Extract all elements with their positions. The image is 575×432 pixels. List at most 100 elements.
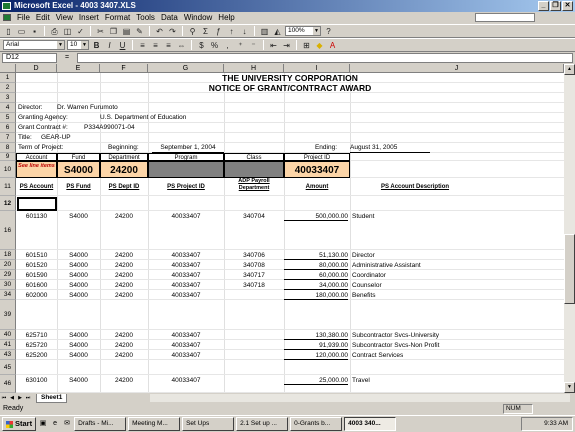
row-header[interactable]: 12 <box>0 196 16 211</box>
taskbar-button-drafts[interactable]: Drafts - Mi... <box>74 417 127 431</box>
taskbar-button-excel[interactable]: 4003 340... <box>344 417 397 431</box>
row-header[interactable]: 20 <box>0 260 16 270</box>
select-all-corner[interactable] <box>0 64 16 73</box>
menu-view[interactable]: View <box>53 13 76 22</box>
column-header[interactable]: J <box>350 64 564 73</box>
format-painter-icon[interactable]: ✎ <box>134 26 145 37</box>
redo-icon[interactable]: ↷ <box>167 26 178 37</box>
row-header[interactable]: 29 <box>0 270 16 280</box>
menu-insert[interactable]: Insert <box>76 13 102 22</box>
start-button[interactable]: Start <box>2 417 37 431</box>
comma-icon[interactable]: , <box>222 40 233 51</box>
horizontal-scrollbar[interactable] <box>150 394 570 402</box>
row-header[interactable]: 2 <box>0 83 16 93</box>
underline-icon[interactable]: U <box>117 40 128 51</box>
currency-icon[interactable]: $ <box>196 40 207 51</box>
row-header[interactable]: 10 <box>0 161 16 178</box>
row-header[interactable]: 18 <box>0 250 16 260</box>
spelling-icon[interactable]: ✓ <box>75 26 86 37</box>
open-icon[interactable]: ▭ <box>16 26 27 37</box>
row-header[interactable]: 45 <box>0 360 16 375</box>
increase-decimal-icon[interactable]: ⁺ <box>235 40 246 51</box>
font-color-icon[interactable]: A <box>327 40 338 51</box>
column-header[interactable]: H <box>224 64 284 73</box>
scroll-thumb[interactable] <box>564 234 575 304</box>
column-header[interactable]: I <box>284 64 350 73</box>
row-header[interactable]: 16 <box>0 211 16 250</box>
next-sheet-icon[interactable]: ▶ <box>16 394 24 402</box>
taskbar-button-grants[interactable]: 0-Grants b... <box>290 417 343 431</box>
font-size-select[interactable]: 10 ▼ <box>67 40 89 50</box>
cut-icon[interactable]: ✂ <box>95 26 106 37</box>
first-sheet-icon[interactable]: ⏮ <box>0 394 8 402</box>
row-header[interactable]: 7 <box>0 133 16 143</box>
percent-icon[interactable]: % <box>209 40 220 51</box>
row-header[interactable]: 34 <box>0 290 16 300</box>
row-header[interactable]: 1 <box>0 73 16 83</box>
vertical-scrollbar[interactable]: ▲ ▼ <box>564 64 575 393</box>
increase-indent-icon[interactable]: ⇥ <box>281 40 292 51</box>
font-name-select[interactable]: Arial ▼ <box>3 40 65 50</box>
row-header[interactable]: 40 <box>0 330 16 340</box>
taskbar-button-setup-2-1[interactable]: 2.1 Set up ... <box>236 417 289 431</box>
print-icon[interactable]: ⎙ <box>49 26 60 37</box>
row-header[interactable]: 5 <box>0 113 16 123</box>
hyperlink-icon[interactable]: ⚲ <box>187 26 198 37</box>
drawing-icon[interactable]: ◭ <box>272 26 283 37</box>
new-icon[interactable]: ▯ <box>3 26 14 37</box>
spreadsheet-grid[interactable]: DEFGHIJ 1 2 3 4 5 6 7 8 9 10 11 12 16 18 20 29 30 34 39 40 4… <box>0 64 564 393</box>
sheet-tab[interactable]: Sheet1 <box>36 393 68 403</box>
column-header[interactable]: G <box>148 64 224 73</box>
autosum-icon[interactable]: Σ <box>200 26 211 37</box>
copy-icon[interactable]: ❐ <box>108 26 119 37</box>
row-header[interactable]: 41 <box>0 340 16 350</box>
sort-descending-icon[interactable]: ↓ <box>239 26 250 37</box>
decrease-indent-icon[interactable]: ⇤ <box>268 40 279 51</box>
taskbar-button-setups[interactable]: Set Ups <box>182 417 235 431</box>
decrease-decimal-icon[interactable]: ⁻ <box>248 40 259 51</box>
merge-center-icon[interactable]: ⇔ <box>176 40 187 51</box>
browser-icon[interactable]: e <box>50 419 60 429</box>
row-header[interactable]: 9 <box>0 153 16 161</box>
undo-icon[interactable]: ↶ <box>154 26 165 37</box>
row-header[interactable]: 30 <box>0 280 16 290</box>
fill-color-icon[interactable]: ◆ <box>314 40 325 51</box>
row-header[interactable]: 4 <box>0 103 16 113</box>
scroll-down-icon[interactable]: ▼ <box>564 382 575 393</box>
last-sheet-icon[interactable]: ⏭ <box>24 394 32 402</box>
row-header[interactable]: 39 <box>0 300 16 330</box>
row-header[interactable]: 11 <box>0 178 16 196</box>
row-header[interactable]: 6 <box>0 123 16 133</box>
minimize-button[interactable]: _ <box>538 1 549 11</box>
menu-format[interactable]: Format <box>102 13 133 22</box>
zoom-select[interactable]: 100% ▼ <box>285 26 321 36</box>
menu-file[interactable]: File <box>14 13 33 22</box>
chart-wizard-icon[interactable]: ▥ <box>259 26 270 37</box>
help-icon[interactable]: ? <box>323 26 334 37</box>
align-left-icon[interactable]: ≡ <box>137 40 148 51</box>
workbook-icon[interactable] <box>3 14 11 21</box>
row-header[interactable]: 8 <box>0 143 16 153</box>
menu-help[interactable]: Help <box>215 13 237 22</box>
prev-sheet-icon[interactable]: ◀ <box>8 394 16 402</box>
paste-icon[interactable]: ▤ <box>121 26 132 37</box>
row-header[interactable]: 46 <box>0 375 16 393</box>
function-icon[interactable]: ƒ <box>213 26 224 37</box>
bold-icon[interactable]: B <box>91 40 102 51</box>
scroll-up-icon[interactable]: ▲ <box>564 64 575 75</box>
borders-icon[interactable]: ⊞ <box>301 40 312 51</box>
row-header[interactable]: 3 <box>0 93 16 103</box>
align-right-icon[interactable]: ≡ <box>163 40 174 51</box>
formula-input[interactable] <box>77 52 573 63</box>
restore-button[interactable]: ❐ <box>550 1 561 11</box>
column-header[interactable]: D <box>16 64 57 73</box>
taskbar-button-meeting[interactable]: Meeting M... <box>128 417 181 431</box>
close-button[interactable]: ✕ <box>562 1 573 11</box>
help-question-box[interactable] <box>475 13 535 22</box>
outlook-icon[interactable]: ✉ <box>62 419 72 429</box>
italic-icon[interactable]: I <box>104 40 115 51</box>
desktop-icon[interactable]: ▣ <box>38 419 48 429</box>
name-box[interactable]: D12 <box>2 52 57 63</box>
sort-ascending-icon[interactable]: ↑ <box>226 26 237 37</box>
menu-window[interactable]: Window <box>181 13 215 22</box>
